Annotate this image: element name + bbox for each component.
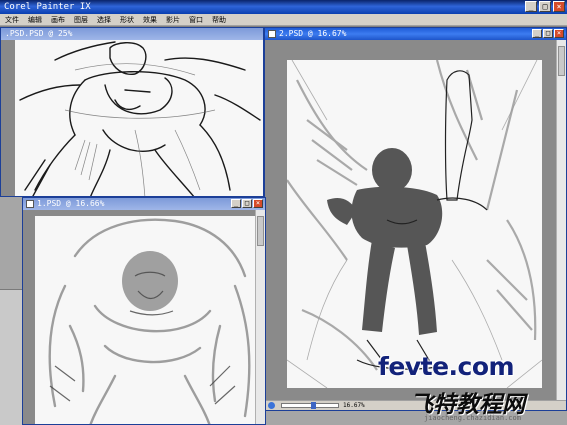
maximize-button[interactable]: □ [543,29,553,38]
maximize-button[interactable]: □ [242,199,252,208]
menu-effects[interactable]: 效果 [140,14,163,25]
watermark-url: jiaocheng.chazidian.com [424,414,521,422]
menu-bar: 文件 编辑 画布 图层 选择 形状 效果 影片 窗口 帮助 [0,14,567,26]
app-title: Corel Painter IX [4,2,91,12]
canvas-area[interactable] [23,210,265,424]
zoom-slider[interactable] [281,402,339,409]
document-icon [26,200,34,208]
close-button[interactable]: × [554,29,564,38]
document-title: 1.PSD @ 16.66% [37,199,105,208]
maximize-button[interactable]: □ [539,1,551,12]
document-icon [268,30,276,38]
menu-movie[interactable]: 影片 [163,14,186,25]
minimize-button[interactable]: _ [525,1,537,12]
close-button[interactable]: × [553,1,565,12]
minimize-button[interactable]: _ [532,29,542,38]
document-window-psd[interactable]: .PSD.PSD @ 25% [0,27,264,197]
minimize-button[interactable]: _ [231,199,241,208]
menu-help[interactable]: 帮助 [209,14,232,25]
close-button[interactable]: × [253,199,263,208]
warrior-sketch-image [287,60,542,388]
monster-sketch-image [48,218,251,424]
menu-canvas[interactable]: 画布 [48,14,71,25]
watermark-brand: fevte.com [378,352,515,381]
scrollbar-thumb[interactable] [558,46,565,76]
side-panel-edge [0,289,22,425]
sketch-canvas[interactable] [35,216,257,424]
document-title-bar[interactable]: 1.PSD @ 16.66% _ □ × [23,198,265,210]
document-title: .PSD.PSD @ 25% [5,29,73,38]
canvas-area[interactable] [1,40,263,196]
zoom-level-text: 16.67% [343,402,365,409]
document-title-bar[interactable]: .PSD.PSD @ 25% [1,28,263,40]
menu-edit[interactable]: 编辑 [25,14,48,25]
menu-window[interactable]: 窗口 [186,14,209,25]
sketch-canvas[interactable] [287,60,542,388]
warrior-sketch-image [19,41,261,196]
scrollbar-thumb[interactable] [257,216,264,246]
document-title: 2.PSD @ 16.67% [279,29,347,38]
sketch-canvas[interactable] [15,40,263,196]
navigator-icon[interactable] [268,402,275,409]
document-title-bar[interactable]: 2.PSD @ 16.67% _ □ × [265,28,566,40]
menu-select[interactable]: 选择 [94,14,117,25]
zoom-slider-knob[interactable] [311,402,317,409]
menu-shapes[interactable]: 形状 [117,14,140,25]
vertical-scrollbar[interactable] [255,210,265,424]
document-window-1-psd[interactable]: 1.PSD @ 16.66% _ □ × [22,197,266,425]
app-title-bar[interactable]: Corel Painter IX _ □ × [0,0,567,14]
menu-file[interactable]: 文件 [2,14,25,25]
menu-layers[interactable]: 图层 [71,14,94,25]
vertical-scrollbar[interactable] [556,40,566,400]
